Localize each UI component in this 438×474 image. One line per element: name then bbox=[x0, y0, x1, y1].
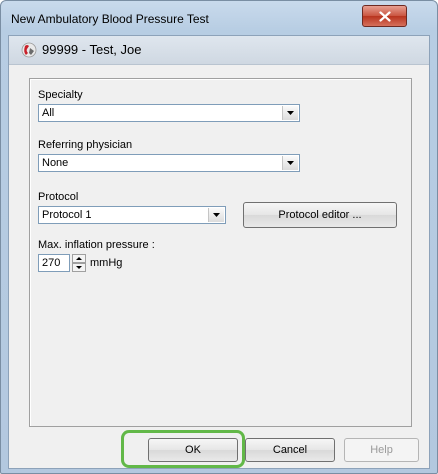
max-inflation-value: 270 bbox=[42, 257, 61, 269]
chevron-down-icon[interactable] bbox=[282, 106, 298, 120]
patient-name: 99999 - Test, Joe bbox=[42, 42, 142, 57]
dialog-window: New Ambulatory Blood Pressure Test 99999… bbox=[0, 0, 438, 474]
max-inflation-label: Max. inflation pressure : bbox=[38, 239, 155, 251]
max-inflation-unit: mmHg bbox=[90, 257, 123, 269]
chevron-down-icon[interactable] bbox=[282, 156, 298, 170]
protocol-select[interactable]: Protocol 1 bbox=[38, 206, 226, 224]
patient-header: 99999 - Test, Joe bbox=[9, 36, 429, 65]
protocol-value: Protocol 1 bbox=[42, 209, 92, 221]
title-bar[interactable]: New Ambulatory Blood Pressure Test bbox=[1, 1, 437, 35]
ok-button-highlight bbox=[121, 430, 245, 468]
specialty-value: All bbox=[42, 107, 55, 119]
dialog-client-area: 99999 - Test, Joe Specialty All Referrin… bbox=[8, 35, 430, 469]
protocol-editor-button[interactable]: Protocol editor ... bbox=[243, 202, 397, 228]
specialty-label: Specialty bbox=[38, 89, 83, 101]
test-settings-panel: Specialty All Referring physician None P… bbox=[29, 78, 412, 427]
close-icon bbox=[378, 10, 391, 22]
referring-physician-select[interactable]: None bbox=[38, 154, 300, 172]
specialty-select[interactable]: All bbox=[38, 104, 300, 122]
window-title: New Ambulatory Blood Pressure Test bbox=[11, 12, 209, 26]
help-button[interactable]: Help bbox=[344, 438, 419, 462]
protocol-label: Protocol bbox=[38, 191, 79, 203]
max-inflation-spinner[interactable] bbox=[72, 254, 86, 272]
close-button[interactable] bbox=[362, 5, 407, 27]
referring-physician-value: None bbox=[42, 157, 69, 169]
spin-up-icon[interactable] bbox=[72, 254, 86, 263]
chevron-down-icon[interactable] bbox=[208, 208, 224, 222]
referring-physician-label: Referring physician bbox=[38, 139, 133, 151]
spin-down-icon[interactable] bbox=[72, 263, 86, 272]
cancel-button[interactable]: Cancel bbox=[245, 438, 335, 462]
patient-icon bbox=[21, 42, 37, 58]
max-inflation-input[interactable]: 270 bbox=[38, 254, 70, 272]
